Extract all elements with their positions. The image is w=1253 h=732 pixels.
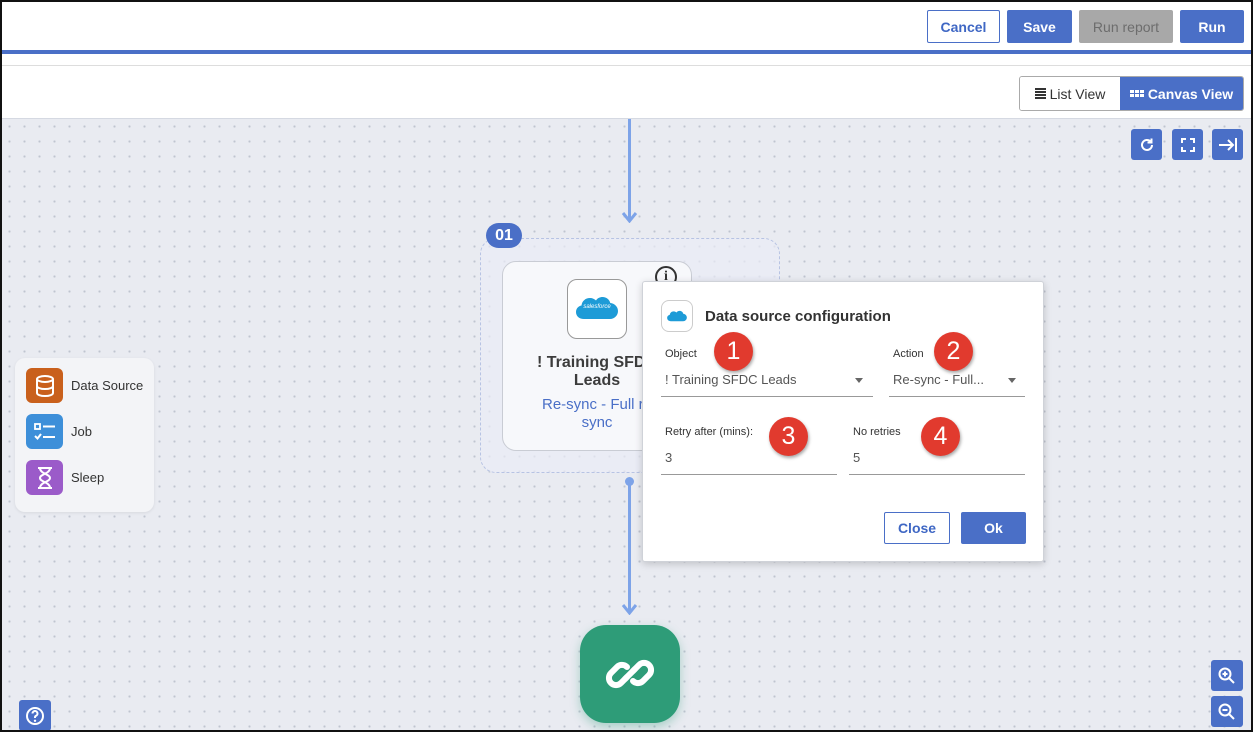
object-select[interactable]: Object ! Training SFDC Leads	[661, 348, 873, 397]
object-label: Object	[665, 348, 697, 360]
ok-button[interactable]: Ok	[961, 512, 1026, 544]
palette-item-sleep[interactable]: Sleep	[26, 460, 104, 495]
connector-line-bottom	[628, 481, 631, 611]
retry-after-field[interactable]: Retry after (mins): 3	[661, 426, 837, 475]
app-window: Cancel Save Run report Run List View Can…	[0, 0, 1253, 732]
node-palette: Data Source Job Sleep	[15, 358, 154, 512]
fullscreen-icon	[1180, 137, 1195, 152]
canvas-view-button[interactable]: Canvas View	[1120, 77, 1243, 110]
fullscreen-button[interactable]	[1172, 129, 1203, 160]
zoom-in-button[interactable]	[1211, 660, 1243, 691]
dialog-title: Data source configuration	[705, 308, 891, 325]
node-step-badge: 01	[486, 223, 522, 248]
arrow-down-icon	[621, 212, 638, 223]
zoom-in-icon	[1218, 667, 1235, 684]
chevron-down-icon	[855, 378, 863, 383]
list-view-button[interactable]: List View	[1020, 77, 1120, 110]
cancel-button[interactable]: Cancel	[927, 10, 1000, 43]
top-toolbar: Cancel Save Run report Run	[2, 2, 1251, 52]
connector-line-top	[628, 119, 631, 219]
collapse-panel-button[interactable]	[1212, 129, 1243, 160]
retry-after-value: 3	[665, 450, 673, 465]
chevron-down-icon	[1008, 378, 1016, 383]
arrow-down-icon	[621, 604, 638, 615]
hourglass-icon	[26, 460, 63, 495]
database-icon	[26, 368, 63, 403]
refresh-icon	[1140, 138, 1153, 151]
salesforce-logo-text: salesforce	[583, 304, 611, 310]
toolbar-divider	[2, 50, 1251, 54]
callout-badge-4: 4	[921, 417, 960, 456]
list-icon	[1034, 88, 1046, 99]
palette-label: Data Source	[71, 378, 144, 393]
list-view-label: List View	[1049, 85, 1106, 102]
canvas-view-label: Canvas View	[1147, 85, 1234, 102]
palette-item-job[interactable]: Job	[26, 414, 92, 449]
run-button[interactable]: Run	[1180, 10, 1244, 43]
palette-item-data-source[interactable]: Data Source	[26, 368, 143, 403]
salesforce-logo: salesforce	[567, 279, 627, 339]
zoom-out-icon	[1218, 703, 1235, 720]
action-value: Re-sync - Full...	[893, 372, 985, 387]
view-bar: List View Canvas View	[2, 65, 1251, 119]
help-icon	[26, 706, 44, 725]
link-node[interactable]	[580, 625, 680, 723]
callout-badge-2: 2	[934, 332, 973, 371]
save-button[interactable]: Save	[1007, 10, 1072, 43]
collapse-panel-icon	[1218, 137, 1237, 152]
view-toggle: List View Canvas View	[1019, 76, 1244, 111]
refresh-button[interactable]	[1131, 129, 1162, 160]
palette-label: Job	[71, 424, 92, 439]
action-label: Action	[893, 348, 924, 360]
retry-after-label: Retry after (mins):	[665, 426, 754, 438]
help-button[interactable]	[19, 700, 51, 730]
link-icon	[605, 659, 655, 689]
close-button[interactable]: Close	[884, 512, 950, 544]
grid-icon	[1129, 90, 1144, 97]
data-source-config-dialog: Data source configuration Object ! Train…	[642, 281, 1044, 562]
salesforce-cloud-icon	[667, 310, 687, 321]
zoom-out-button[interactable]	[1211, 696, 1243, 727]
run-report-button: Run report	[1079, 10, 1173, 43]
palette-label: Sleep	[71, 470, 105, 485]
workflow-canvas[interactable]: 01 salesforce ! Training SFDC Leads Re-s…	[2, 119, 1251, 730]
no-retries-label: No retries	[853, 426, 901, 438]
callout-badge-1: 1	[714, 332, 753, 371]
checklist-icon	[26, 414, 63, 449]
object-value: ! Training SFDC Leads	[665, 372, 797, 387]
salesforce-logo	[661, 300, 693, 332]
no-retries-value: 5	[853, 450, 861, 465]
callout-badge-3: 3	[769, 417, 808, 456]
